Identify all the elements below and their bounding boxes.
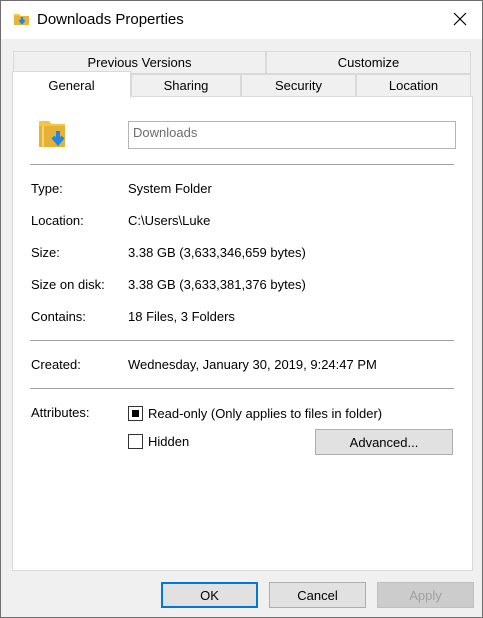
location-label: Location:	[31, 213, 84, 228]
type-value: System Folder	[128, 181, 212, 196]
close-button[interactable]	[438, 1, 482, 39]
folder-name-input[interactable]: Downloads	[128, 121, 456, 149]
tab-security[interactable]: Security	[241, 74, 356, 97]
tab-label: General	[48, 77, 95, 93]
window-title: Downloads Properties	[37, 11, 184, 28]
size-on-disk-value: 3.38 GB (3,633,381,376 bytes)	[128, 277, 306, 292]
separator	[30, 388, 454, 389]
title-bar: Downloads Properties	[1, 1, 482, 39]
close-icon	[453, 12, 467, 29]
type-label: Type:	[31, 181, 63, 196]
readonly-checkbox[interactable]	[128, 406, 143, 421]
advanced-button[interactable]: Advanced...	[315, 429, 453, 455]
size-on-disk-label: Size on disk:	[31, 277, 105, 292]
contains-value: 18 Files, 3 Folders	[128, 309, 235, 324]
tab-label: Customize	[337, 55, 400, 70]
tab-location[interactable]: Location	[356, 74, 471, 97]
size-label: Size:	[31, 245, 60, 260]
folder-download-icon	[37, 117, 71, 151]
folder-download-icon	[13, 11, 31, 27]
general-tab-panel: Downloads Type: System Folder Location: …	[12, 96, 473, 571]
tab-label: Sharing	[163, 78, 209, 93]
size-value: 3.38 GB (3,633,346,659 bytes)	[128, 245, 306, 260]
hidden-checkbox[interactable]	[128, 434, 143, 449]
contains-label: Contains:	[31, 309, 86, 324]
tab-sharing[interactable]: Sharing	[131, 74, 241, 97]
hidden-label[interactable]: Hidden	[148, 434, 189, 449]
separator	[30, 164, 454, 165]
tab-label: Previous Versions	[87, 55, 192, 70]
apply-button[interactable]: Apply	[377, 582, 474, 608]
properties-dialog: Downloads Properties Previous Versions C…	[0, 0, 483, 618]
tab-label: Location	[388, 78, 439, 93]
tab-customize[interactable]: Customize	[266, 51, 471, 74]
readonly-label[interactable]: Read-only (Only applies to files in fold…	[148, 406, 382, 421]
tab-label: Security	[275, 78, 322, 93]
tab-general[interactable]: General	[12, 71, 131, 98]
created-value: Wednesday, January 30, 2019, 9:24:47 PM	[128, 357, 377, 372]
cancel-button[interactable]: Cancel	[269, 582, 366, 608]
attributes-label: Attributes:	[31, 405, 90, 420]
separator	[30, 340, 454, 341]
created-label: Created:	[31, 357, 81, 372]
location-value: C:\Users\Luke	[128, 213, 211, 228]
ok-button[interactable]: OK	[161, 582, 258, 608]
